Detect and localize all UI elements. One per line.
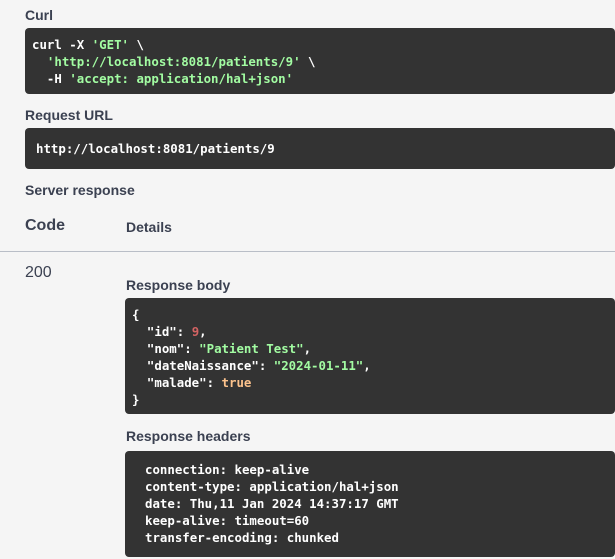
curl-line2-continuation: \: [300, 54, 316, 69]
code-column-header: Code: [25, 217, 65, 234]
json-value-dateNaissance: "2024-01-11": [273, 358, 364, 373]
curl-header-value: 'accept: application/hal+json': [69, 71, 294, 86]
header-line-date: date: Thu,11 Jan 2024 14:37:17 GMT: [145, 496, 399, 511]
header-line-transfer-encoding: transfer-encoding: chunked: [145, 530, 339, 545]
response-headers-box[interactable]: connection: keep-alive content-type: app…: [125, 451, 615, 557]
response-body-box[interactable]: { "id": 9, "nom": "Patient Test", "dateN…: [125, 298, 615, 414]
json-field-nom: "nom": "Patient Test",: [146, 341, 312, 356]
json-value-nom: "Patient Test": [199, 341, 304, 356]
json-field-dateNaissance: "dateNaissance": "2024-01-11",: [146, 358, 371, 373]
response-headers-label: Response headers: [126, 428, 251, 444]
json-close-brace: }: [132, 392, 140, 407]
curl-label: Curl: [25, 7, 53, 23]
header-line-content-type: content-type: application/hal+json: [145, 479, 399, 494]
request-url-value: http://localhost:8081/patients/9: [36, 141, 275, 156]
json-open-brace: {: [132, 307, 140, 322]
curl-command-box[interactable]: curl -X 'GET' \ 'http://localhost:8081/p…: [25, 28, 615, 94]
header-line-connection: connection: keep-alive: [145, 462, 310, 477]
table-divider: [0, 251, 615, 252]
json-value-malade: true: [221, 375, 252, 390]
curl-url: 'http://localhost:8081/patients/9': [46, 54, 301, 69]
curl-header-flag: -H: [46, 71, 70, 86]
details-column-header: Details: [126, 219, 172, 235]
request-url-label: Request URL: [25, 107, 113, 123]
response-body-label: Response body: [126, 277, 231, 293]
curl-cmd: curl -X: [32, 37, 92, 52]
server-response-label: Server response: [25, 182, 135, 198]
response-status-code: 200: [25, 264, 52, 281]
curl-method: 'GET': [91, 37, 129, 52]
curl-line1-continuation: \: [129, 37, 144, 52]
request-url-box[interactable]: http://localhost:8081/patients/9: [25, 128, 615, 169]
json-field-id: "id": 9,: [146, 324, 207, 339]
header-line-keep-alive: keep-alive: timeout=60: [145, 513, 310, 528]
json-field-malade: "malade": true: [146, 375, 252, 390]
